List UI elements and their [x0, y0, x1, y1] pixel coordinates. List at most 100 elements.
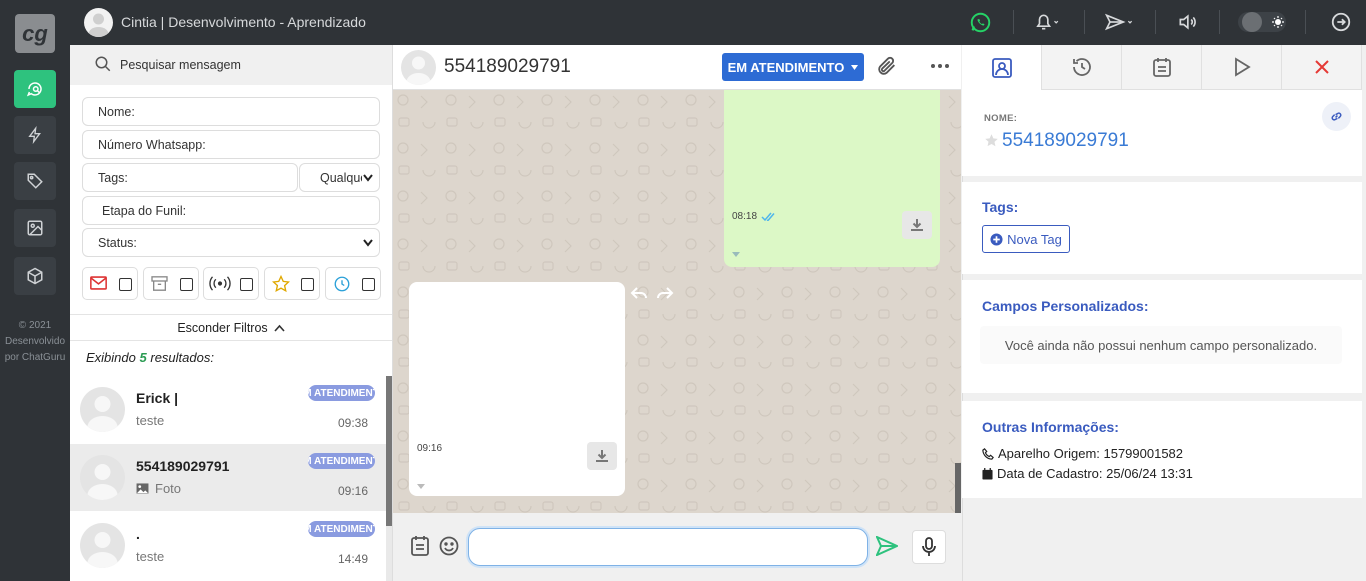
message-menu-icon[interactable] — [732, 252, 740, 258]
bolt-icon[interactable] — [14, 116, 56, 154]
other-info-title: Outras Informações: — [982, 419, 1119, 435]
filter-broadcast[interactable] — [203, 267, 259, 300]
chevron-down-icon — [363, 173, 373, 182]
name-label: NOME: — [984, 113, 1018, 124]
tab-play[interactable] — [1202, 45, 1282, 90]
link-icon — [1331, 112, 1342, 121]
read-checks-icon — [761, 212, 775, 221]
tags-title: Tags: — [982, 199, 1019, 215]
whatsapp-icon[interactable] — [970, 10, 991, 34]
chat-preview: teste — [136, 413, 165, 428]
download-icon — [596, 450, 608, 462]
chat-list-item[interactable]: Erick | teste EM ATENDIMENTO 09:38 — [70, 376, 386, 443]
download-button[interactable] — [587, 442, 617, 470]
filter-favorites[interactable] — [264, 267, 320, 300]
tags-mode-value: Qualquer — [320, 170, 362, 185]
archived-checkbox[interactable] — [180, 278, 193, 291]
tag-icon[interactable] — [14, 162, 56, 200]
register-date-text: Data de Cadastro: 25/06/24 13:31 — [997, 466, 1193, 481]
chat-scroll-thumb[interactable] — [955, 463, 961, 513]
unread-checkbox[interactable] — [119, 278, 132, 291]
tab-close[interactable] — [1282, 45, 1362, 90]
status-select[interactable]: Status: — [82, 228, 380, 257]
chevron-down-icon — [363, 238, 373, 247]
status-label: Status: — [98, 235, 137, 250]
message-menu-icon[interactable] — [417, 484, 425, 490]
filter-whatsapp-field[interactable]: Número Whatsapp: — [82, 130, 380, 159]
chat-preview: teste — [136, 549, 165, 564]
theme-toggle[interactable] — [1238, 10, 1286, 34]
chat-list-item[interactable]: . teste EM ATENDIMENTO 14:49 — [70, 512, 386, 579]
message-time: 09:16 — [417, 443, 443, 454]
divider — [1155, 10, 1156, 34]
avatar — [80, 523, 125, 568]
broadcast-checkbox[interactable] — [240, 278, 253, 291]
contact-name-value[interactable]: 554189029791 — [1002, 130, 1129, 152]
avatar — [80, 387, 125, 432]
results-suffix: resultados: — [150, 350, 214, 365]
new-tag-button[interactable]: Nova Tag — [982, 225, 1070, 253]
volume-icon[interactable] — [1177, 10, 1197, 34]
photo-icon — [136, 483, 149, 494]
search-input[interactable]: Pesquisar mensagem — [120, 58, 241, 72]
chat-name: Erick | — [136, 390, 179, 406]
caret-down-icon — [851, 64, 859, 70]
microphone-icon — [922, 537, 936, 556]
results-number: 5 — [139, 350, 147, 365]
chat-name: 554189029791 — [136, 458, 230, 474]
bell-icon[interactable] — [1034, 10, 1060, 34]
received-message-bubble[interactable]: 09:16 — [409, 282, 625, 496]
image-icon[interactable] — [14, 209, 56, 247]
filter-name-field[interactable]: Nome: — [82, 97, 380, 126]
hide-filters-toggle[interactable]: Esconder Filtros — [70, 314, 392, 341]
download-icon — [911, 219, 923, 231]
send-icon[interactable] — [1104, 10, 1136, 34]
app-logo[interactable]: cg — [15, 14, 55, 53]
results-count: Exibindo 5 resultados: — [86, 350, 214, 365]
chat-list-item-selected[interactable]: 554189029791 Foto EM ATENDIMENTO 09:16 — [70, 444, 386, 511]
chat-time: 14:49 — [338, 552, 369, 566]
sidebar-scroll-thumb[interactable] — [386, 376, 392, 526]
copyright-text: © 2021 Desenvolvido por ChatGuru — [4, 320, 66, 363]
status-dropdown-button[interactable]: EM ATENDIMENTO — [722, 53, 864, 81]
star-icon — [272, 275, 290, 293]
record-audio-button[interactable] — [912, 530, 946, 564]
copy-link-button[interactable] — [1322, 102, 1351, 131]
divider — [1013, 10, 1014, 34]
notes-icon[interactable] — [410, 535, 430, 559]
filter-unread[interactable] — [82, 267, 138, 300]
logout-icon[interactable] — [1330, 10, 1352, 34]
send-message-icon[interactable] — [875, 535, 900, 559]
star-icon[interactable] — [984, 133, 999, 151]
user-avatar[interactable] — [84, 8, 113, 37]
broadcast-icon — [209, 276, 231, 291]
contact-number: 554189029791 — [444, 56, 571, 77]
chat-search-icon[interactable] — [14, 70, 56, 108]
favorites-checkbox[interactable] — [301, 278, 314, 291]
account-title: Cintia | Desenvolvimento - Aprendizado — [121, 14, 366, 30]
forward-icon[interactable] — [656, 286, 674, 303]
attach-icon[interactable] — [876, 55, 898, 80]
chat-preview: Foto — [136, 481, 181, 496]
tab-history[interactable] — [1042, 45, 1122, 90]
filter-waiting[interactable] — [325, 267, 381, 300]
archive-icon — [151, 276, 168, 291]
status-badge: EM ATENDIMENTO — [308, 453, 375, 469]
more-options-icon[interactable] — [930, 58, 950, 77]
download-button[interactable] — [902, 211, 932, 239]
tab-notes[interactable] — [1122, 45, 1202, 90]
tags-mode-select[interactable]: Qualquer — [299, 163, 380, 192]
filter-tags-field[interactable]: Tags: — [82, 163, 298, 192]
filter-archived[interactable] — [143, 267, 199, 300]
chevron-up-icon — [274, 324, 285, 332]
tab-contact[interactable] — [962, 45, 1042, 90]
cube-icon[interactable] — [14, 257, 56, 295]
contact-avatar[interactable] — [401, 50, 436, 85]
reply-icon[interactable] — [630, 286, 648, 303]
sent-message-bubble[interactable]: 08:18 — [724, 90, 940, 267]
emoji-icon[interactable] — [439, 536, 459, 559]
hide-filters-label: Esconder Filtros — [177, 320, 268, 335]
message-input[interactable] — [468, 528, 868, 566]
waiting-checkbox[interactable] — [362, 278, 375, 291]
filter-funnel-field[interactable]: Etapa do Funil: — [82, 196, 380, 225]
